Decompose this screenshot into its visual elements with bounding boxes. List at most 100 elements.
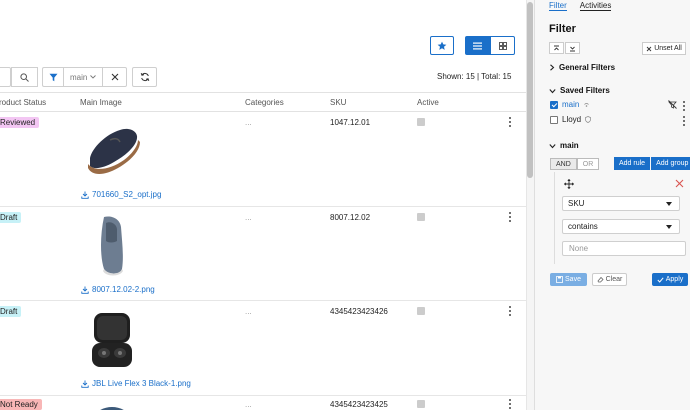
favorites-button[interactable] <box>430 36 454 55</box>
row-menu-icon[interactable] <box>507 117 513 127</box>
saved-filter-main-menu-icon[interactable] <box>681 101 687 111</box>
filter-toggle-button[interactable] <box>42 67 63 87</box>
add-group-button[interactable]: Add group <box>651 157 690 170</box>
categories-cell: ... <box>245 307 252 316</box>
table-row[interactable]: Reviewed 701660_S2_opt.jpg ... 1047.12.0… <box>0 112 526 207</box>
tab-activities[interactable]: Activities <box>579 1 612 11</box>
and-button[interactable]: AND <box>550 158 577 170</box>
search-button[interactable] <box>11 67 38 87</box>
table-row[interactable]: Not Ready ... 4345423423425 <box>0 396 526 410</box>
field-select[interactable]: SKU <box>562 196 680 211</box>
or-button[interactable]: OR <box>576 158 600 170</box>
product-image <box>100 407 124 410</box>
table-row[interactable]: Draft 8007.12.02-2.png ... 8007.12.02 <box>0 207 526 301</box>
clear-label: Clear <box>605 276 623 283</box>
main-content: main Shown: 15 | Total: 15 roduct Status… <box>0 0 526 410</box>
categories-cell: ... <box>245 400 252 409</box>
main-group-toggle[interactable]: main <box>549 141 579 150</box>
value-input[interactable]: None <box>562 241 686 256</box>
image-filename: 701660_S2_opt.jpg <box>92 190 162 199</box>
disable-filter-icon[interactable] <box>668 100 677 109</box>
saved-filter-main-label: main <box>562 100 580 109</box>
sku-cell: 4345423423425 <box>330 400 388 409</box>
product-image <box>92 313 132 367</box>
clear-button[interactable]: Clear <box>592 273 627 286</box>
save-button[interactable]: Save <box>550 273 587 286</box>
panel-title: Filter <box>549 23 576 35</box>
panel-tabs: Filter Activities <box>549 1 612 11</box>
image-filename: JBL Live Flex 3 Black-1.png <box>92 379 191 388</box>
categories-cell: ... <box>245 213 252 222</box>
collapse-all-button[interactable] <box>549 42 564 54</box>
sku-cell: 4345423423426 <box>330 307 388 316</box>
list-view-button[interactable] <box>465 36 490 55</box>
saved-filter-lloyd-checkbox[interactable] <box>550 115 558 124</box>
saved-filters-label: Saved Filters <box>560 86 610 95</box>
grid-view-button[interactable] <box>490 36 515 55</box>
general-filters-label: General Filters <box>559 63 616 72</box>
saved-filters-toggle[interactable]: Saved Filters <box>549 86 610 95</box>
refresh-icon <box>140 72 149 82</box>
expand-all-button[interactable] <box>565 42 580 54</box>
col-categories[interactable]: Categories <box>245 98 284 107</box>
image-download-link[interactable]: 8007.12.02-2.png <box>81 285 155 294</box>
star-icon <box>437 41 447 50</box>
operator-select[interactable]: contains <box>562 219 680 234</box>
download-icon <box>81 191 89 199</box>
categories-cell: ... <box>245 118 252 127</box>
sku-cell: 1047.12.01 <box>330 118 371 127</box>
list-icon <box>473 42 482 49</box>
saved-filter-select[interactable]: main <box>63 67 103 87</box>
status-badge: Reviewed <box>0 117 40 128</box>
field-select-value: SKU <box>568 199 585 208</box>
table-header: roduct Status Main Image Categories SKU … <box>0 92 526 112</box>
operator-select-value: contains <box>568 222 598 231</box>
delete-rule-icon[interactable] <box>675 179 684 188</box>
table-row[interactable]: Draft JBL Live Flex 3 Black-1.png ... 43… <box>0 301 526 396</box>
add-rule-button[interactable]: Add rule <box>614 157 651 170</box>
col-product-status[interactable]: roduct Status <box>0 98 46 107</box>
status-badge: Not Ready <box>0 399 42 410</box>
status-badge: Draft <box>0 306 22 317</box>
close-icon <box>646 46 652 51</box>
saved-filter-lloyd-menu-icon[interactable] <box>681 116 687 126</box>
saved-filter-main-checkbox[interactable] <box>550 100 558 109</box>
close-icon <box>111 73 118 81</box>
text-search-input[interactable] <box>0 67 11 87</box>
value-input-placeholder: None <box>569 244 589 253</box>
apply-button[interactable]: Apply <box>652 273 688 286</box>
drag-handle-icon[interactable] <box>564 179 574 189</box>
refresh-button[interactable] <box>132 67 157 87</box>
funnel-icon <box>49 73 57 81</box>
sku-cell: 8007.12.02 <box>330 213 371 222</box>
collapse-icon <box>554 45 559 50</box>
row-menu-icon[interactable] <box>507 399 513 409</box>
image-download-link[interactable]: JBL Live Flex 3 Black-1.png <box>81 379 191 388</box>
apply-label: Apply <box>665 276 684 283</box>
chevron-down-icon <box>90 75 97 79</box>
col-main-image[interactable]: Main Image <box>80 98 122 107</box>
saved-filter-lloyd-label: Lloyd <box>562 115 582 124</box>
clear-filter-button[interactable] <box>103 67 127 87</box>
unset-all-button[interactable]: Unset All <box>642 42 686 55</box>
result-counts: Shown: 15 | Total: 15 <box>437 72 512 81</box>
broadcast-icon <box>584 102 590 107</box>
condition-toggle: AND OR <box>550 158 600 170</box>
chevron-right-icon <box>550 64 555 71</box>
image-download-link[interactable]: 701660_S2_opt.jpg <box>81 190 161 199</box>
saved-filter-main[interactable]: main <box>550 100 590 109</box>
chevron-down-icon <box>549 143 556 148</box>
product-image <box>101 216 123 276</box>
scrollbar-thumb[interactable] <box>527 2 533 178</box>
col-active[interactable]: Active <box>417 98 439 107</box>
row-menu-icon[interactable] <box>507 212 513 222</box>
col-sku[interactable]: SKU <box>330 98 346 107</box>
group-actions: Add rule Add group <box>614 157 690 170</box>
active-checkbox <box>417 118 425 126</box>
row-menu-icon[interactable] <box>507 306 513 316</box>
unset-all-label: Unset All <box>654 45 682 52</box>
saved-filter-lloyd[interactable]: Lloyd <box>550 115 591 124</box>
tab-filter[interactable]: Filter <box>549 1 567 11</box>
download-icon <box>81 380 89 388</box>
general-filters-toggle[interactable]: General Filters <box>549 63 615 72</box>
